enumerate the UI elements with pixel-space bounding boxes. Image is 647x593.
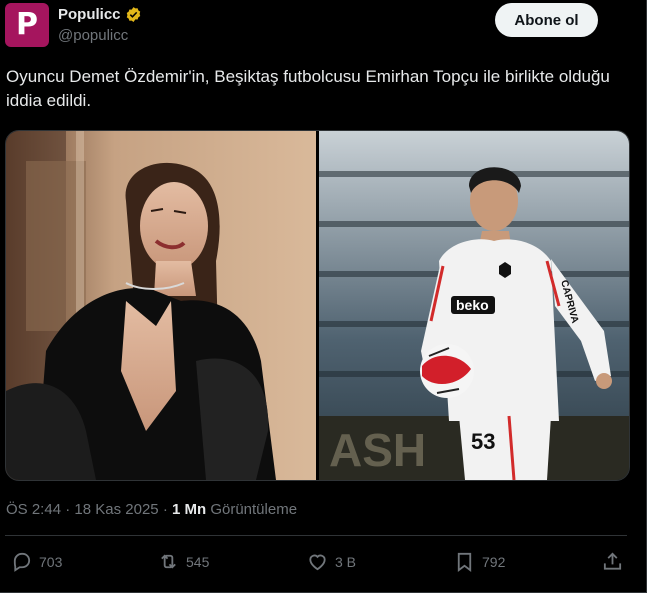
shorts-number: 53 <box>471 429 495 454</box>
meta-separator-2: · <box>162 501 168 518</box>
tweet-header: P Populicc @populicc Abone ol <box>5 3 627 49</box>
media-photo-right[interactable]: ASH beko CAPRIVA 53 <box>319 131 629 480</box>
repost-count: 545 <box>186 553 210 570</box>
bookmark-count: 792 <box>482 553 506 570</box>
avatar-logo-letter: P <box>16 7 38 42</box>
bookmark-button[interactable]: 792 <box>453 550 505 573</box>
bookmark-icon <box>457 552 472 572</box>
media-photo-left[interactable] <box>6 131 316 480</box>
heart-icon <box>309 554 326 571</box>
name-line: Populicc <box>58 6 142 23</box>
display-name[interactable]: Populicc <box>58 6 121 23</box>
share-icon <box>603 552 622 570</box>
views-label: Görüntüleme <box>210 501 298 518</box>
views-count: 1 Mn <box>171 501 207 518</box>
tweet-media[interactable]: ASH beko CAPRIVA 53 <box>5 130 630 481</box>
avatar[interactable]: P <box>5 3 49 47</box>
tweet-meta: ÖS 2:44 · 18 Kas 2025 · 1 Mn Görüntüleme <box>6 501 297 518</box>
share-button[interactable] <box>601 550 624 573</box>
repost-icon <box>161 554 176 569</box>
tweet-date[interactable]: 18 Kas 2025 <box>74 501 158 518</box>
reply-icon <box>13 552 31 572</box>
account-handle[interactable]: @populicc <box>58 27 128 44</box>
divider <box>5 535 627 536</box>
reply-button[interactable]: 703 <box>10 550 62 573</box>
verified-badge-icon <box>126 7 140 22</box>
meta-separator: · <box>65 501 71 518</box>
tweet-text: Oyuncu Demet Özdemir'in, Beşiktaş futbol… <box>6 67 610 110</box>
like-button[interactable]: 3 B <box>306 550 356 573</box>
action-bar: 703 545 3 B 792 <box>0 550 647 580</box>
ad-board-text: ASH <box>329 424 426 476</box>
repost-button[interactable]: 545 <box>157 550 209 573</box>
reply-count: 703 <box>39 553 63 570</box>
like-count: 3 B <box>335 553 357 570</box>
tweet-time[interactable]: ÖS 2:44 <box>6 501 61 518</box>
follow-button[interactable]: Abone ol <box>495 3 598 37</box>
jersey-sponsor-text: beko <box>456 297 489 313</box>
